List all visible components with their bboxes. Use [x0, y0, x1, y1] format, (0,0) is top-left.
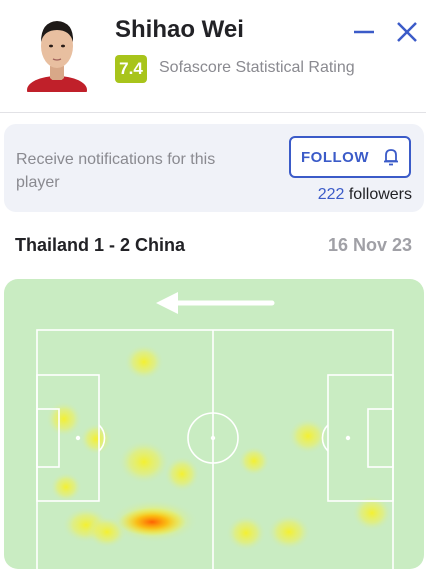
player-avatar [27, 21, 87, 92]
bell-icon [384, 149, 398, 166]
notifications-card: Receive notifications for this player FO… [4, 124, 424, 212]
heatmap-svg [36, 292, 394, 569]
rating-badge: 7.4 [115, 55, 147, 83]
rating-label: Sofascore Statistical Rating [159, 59, 355, 76]
followers-count: 222 followers [318, 186, 412, 204]
heatmap-pitch [4, 279, 424, 569]
close-icon[interactable] [395, 20, 419, 44]
match-title[interactable]: Thailand 1 - 2 China [15, 235, 185, 256]
player-name[interactable]: Shihao Wei [115, 16, 244, 44]
notifications-text: Receive notifications for this player [16, 151, 216, 191]
follow-button[interactable]: FOLLOW [289, 136, 411, 178]
followers-label: followers [348, 186, 412, 203]
player-header: Shihao Wei 7.4 Sofascore Statistical Rat… [0, 0, 426, 113]
match-date: 16 Nov 23 [327, 235, 412, 255]
follow-button-label: FOLLOW [301, 149, 369, 166]
followers-number: 222 [317, 186, 345, 203]
arrow-left-icon [156, 292, 275, 314]
minus-icon[interactable] [352, 20, 376, 44]
